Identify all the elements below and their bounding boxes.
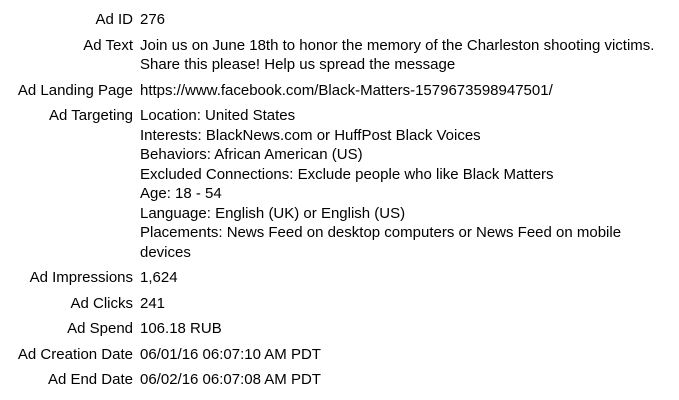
ad-creation-date-row: Ad Creation Date 06/01/16 06:07:10 AM PD… — [0, 345, 679, 365]
ad-text-content: Join us on June 18th to honor the memory… — [140, 36, 655, 74]
ad-end-date-label: Ad End Date — [47, 371, 133, 388]
ad-spend-value: 106.18 RUB — [140, 320, 222, 337]
ad-id-value: 276 — [140, 11, 166, 28]
ad-clicks-label: Ad Clicks — [70, 294, 133, 312]
ad-text-value: Join us on June 18th to honor the memory… — [140, 36, 679, 75]
ad-id-label: Ad ID — [95, 11, 133, 28]
ad-creation-date-label: Ad Creation Date — [17, 345, 133, 363]
ad-text-row: Ad Text Join us on June 18th to honor th… — [0, 36, 679, 75]
ad-spend-label: Ad Spend — [67, 320, 133, 337]
ad-spend-row: Ad Spend 106.18 RUB — [0, 319, 679, 339]
targeting-location: Location: United States — [140, 107, 296, 124]
ad-id-row: Ad ID 276 — [0, 10, 679, 30]
ad-targeting-label: Ad Targeting — [49, 107, 133, 124]
ad-targeting-row: Ad Targeting Location: United States Int… — [0, 106, 679, 262]
targeting-language: Language: English (UK) or English (US) — [140, 204, 406, 222]
ad-landing-page-row: Ad Landing Page https://www.facebook.com… — [0, 81, 679, 101]
ad-landing-page-label: Ad Landing Page — [17, 81, 133, 99]
ad-record: Ad ID 276 Ad Text Join us on June 18th t… — [0, 10, 679, 396]
ad-end-date-value: 06/02/16 06:07:08 AM PDT — [140, 371, 321, 388]
ad-end-date-row: Ad End Date 06/02/16 06:07:08 AM PDT — [0, 370, 679, 390]
targeting-behaviors: Behaviors: African American (US) — [140, 146, 363, 163]
ad-impressions-value: 1,624 — [140, 269, 178, 286]
targeting-interests: Interests: BlackNews.com or HuffPost Bla… — [140, 126, 481, 144]
ad-creation-date-value: 06/01/16 06:07:10 AM PDT — [140, 345, 321, 363]
ad-impressions-row: Ad Impressions 1,624 — [0, 268, 679, 288]
ad-clicks-row: Ad Clicks 241 — [0, 294, 679, 314]
ad-text-label: Ad Text — [83, 36, 133, 54]
ad-impressions-label: Ad Impressions — [29, 269, 133, 286]
targeting-placements: Placements: News Feed on desktop compute… — [140, 224, 622, 261]
ad-targeting-value: Location: United States Interests: Black… — [140, 106, 679, 262]
ad-landing-page-value: https://www.facebook.com/Black-Matters-1… — [140, 81, 553, 99]
targeting-age: Age: 18 - 54 — [140, 185, 222, 202]
ad-clicks-value: 241 — [140, 294, 166, 312]
targeting-excluded-connections: Excluded Connections: Exclude people who… — [140, 165, 554, 183]
